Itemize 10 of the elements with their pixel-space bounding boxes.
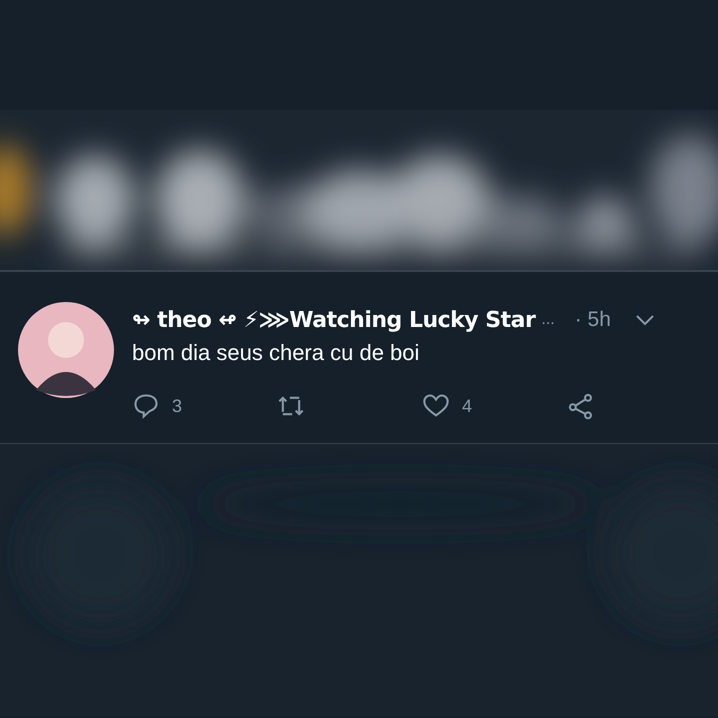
speech-bubble-icon[interactable] — [132, 392, 160, 420]
avatar[interactable] — [18, 302, 114, 398]
share-icon[interactable] — [567, 392, 595, 420]
ellipsis: ... — [541, 311, 555, 329]
tweet-text: bom dia seus chera cu de boi — [132, 340, 420, 366]
chevron-down-icon[interactable] — [634, 314, 655, 326]
timestamp: · 5h — [574, 308, 611, 332]
count: 4 — [462, 396, 472, 416]
count: 3 — [172, 396, 182, 416]
display-name[interactable]: ↬ theo ↫ ⚡⋙Watching Lucky Star — [132, 308, 536, 332]
